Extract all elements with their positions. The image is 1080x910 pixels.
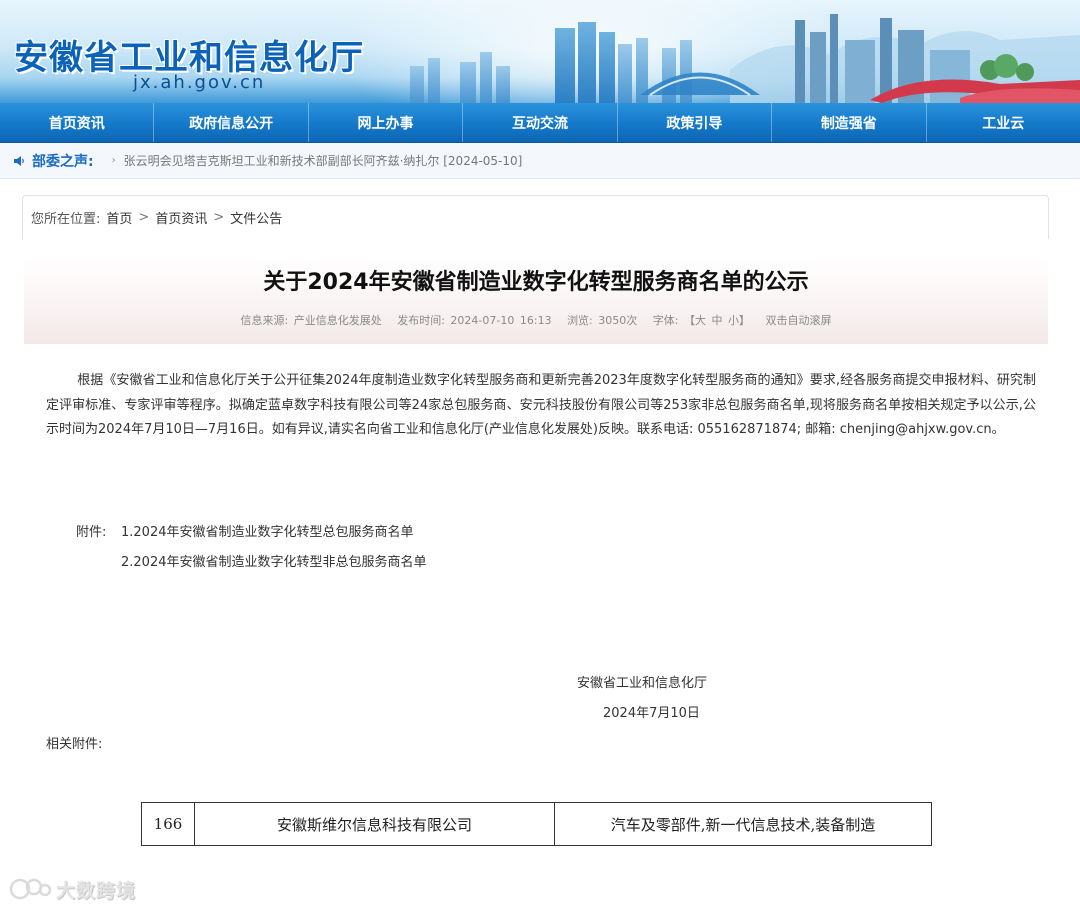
nav-item-home-news[interactable]: 首页资讯 (0, 103, 155, 142)
watermark: 大数跨境 (8, 874, 136, 904)
meta-source: 信息来源: 产业信息化发展处 (240, 314, 382, 327)
breadcrumb-separator: > (213, 210, 225, 225)
breadcrumb-separator: > (138, 210, 150, 225)
signature-date: 2024年7月10日 (603, 706, 700, 721)
breadcrumb-item-announcements[interactable]: 文件公告 (230, 208, 282, 227)
table-cell-company: 安徽斯维尔信息科技有限公司 (195, 803, 555, 845)
meta-publish-time: 发布时间: 2024-07-10 16:13 (397, 314, 552, 327)
main-nav: 首页资讯 政府信息公开 网上办事 互动交流 政策引导 制造强省 工业云 (0, 103, 1080, 143)
auto-scroll-toggle[interactable]: 双击自动滚屏 (765, 314, 831, 327)
breadcrumb: 您所在位置: 首页 > 首页资讯 > 文件公告 (22, 195, 1049, 239)
nav-item-policy[interactable]: 政策引导 (618, 103, 773, 142)
breadcrumb-item-news[interactable]: 首页资讯 (155, 208, 207, 227)
speaker-icon (14, 155, 24, 166)
site-banner: 安徽省工业和信息化厅 jx.ah.gov.cn (0, 0, 1080, 103)
watermark-logo-icon (9, 878, 52, 900)
article-title: 关于2024年安徽省制造业数字化转型服务商名单的公示 (263, 270, 809, 295)
font-size-switcher[interactable]: 字体: 【大 中 小】 (653, 314, 750, 327)
meta-views: 浏览: 3050次 (567, 314, 638, 327)
news-ticker: 部委之声: › 张云明会见塔吉克斯坦工业和新技术部副部长阿齐兹·纳扎尔 [202… (0, 143, 1080, 179)
nav-item-industrial-cloud[interactable]: 工业云 (927, 103, 1080, 142)
watermark-text: 大数跨境 (56, 879, 137, 902)
ticker-label: 部委之声: (32, 153, 94, 170)
chevron-right-icon: › (111, 155, 116, 166)
table-cell-no: 166 (142, 803, 195, 845)
attachment-line-1: 附件: 1.2024年安徽省制造业数字化转型总包服务商名单 (76, 521, 414, 540)
nav-item-gov-info[interactable]: 政府信息公开 (154, 103, 309, 142)
nav-item-online-service[interactable]: 网上办事 (309, 103, 464, 142)
table-cell-fields: 汽车及零部件,新一代信息技术,装备制造 (610, 815, 876, 834)
attachment-line-2: 2.2024年安徽省制造业数字化转型非总包服务商名单 (76, 551, 427, 570)
ticker-news-link[interactable]: 张云明会见塔吉克斯坦工业和新技术部副部长阿齐兹·纳扎尔 [2024-05-10] (124, 152, 523, 169)
breadcrumb-prefix: 您所在位置: (31, 212, 101, 227)
site-domain: jx.ah.gov.cn (133, 72, 266, 93)
attachment-link-2[interactable]: 2.2024年安徽省制造业数字化转型非总包服务商名单 (121, 555, 427, 570)
nav-item-interaction[interactable]: 互动交流 (463, 103, 618, 142)
attachment-link-1[interactable]: 1.2024年安徽省制造业数字化转型总包服务商名单 (121, 525, 414, 540)
attachments-label: 附件: (76, 525, 107, 540)
related-attachments-label: 相关附件: (46, 737, 103, 752)
provider-table: 166 安徽斯维尔信息科技有限公司 汽车及零部件,新一代信息技术,装备制造 (141, 802, 932, 846)
article-meta: 信息来源: 产业信息化发展处 发布时间: 2024-07-10 16:13 浏览… (24, 312, 1048, 328)
nav-item-manufacturing[interactable]: 制造强省 (772, 103, 927, 142)
signature-org: 安徽省工业和信息化厅 (577, 676, 708, 691)
cityscape-illustration (410, 14, 1080, 103)
breadcrumb-item-home[interactable]: 首页 (106, 208, 132, 227)
article-body: 根据《安徽省工业和信息化厅关于公开征集2024年度制造业数字化转型服务商和更新完… (46, 373, 1036, 437)
article-header: 关于2024年安徽省制造业数字化转型服务商名单的公示 信息来源: 产业信息化发展… (24, 256, 1048, 344)
